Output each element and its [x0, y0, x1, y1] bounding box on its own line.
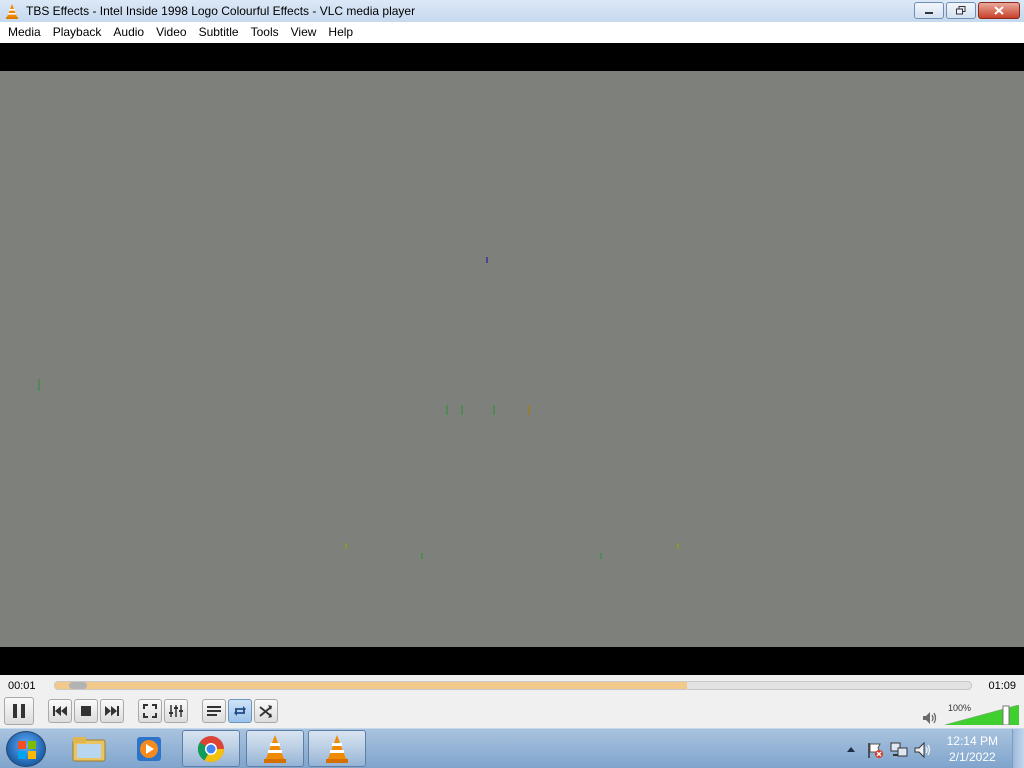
playback-controls: 00:01 01:09 100% — [0, 675, 1024, 728]
minimize-button[interactable] — [914, 2, 944, 19]
show-desktop-button[interactable] — [1012, 729, 1024, 768]
video-artifact — [461, 405, 463, 415]
fullscreen-button[interactable] — [138, 699, 162, 723]
close-icon — [994, 6, 1004, 15]
video-artifact — [421, 553, 423, 559]
volume-tray-icon[interactable] — [914, 741, 932, 759]
elapsed-time: 00:01 — [8, 680, 36, 692]
window-title: TBS Effects - Intel Inside 1998 Logo Col… — [26, 4, 416, 18]
vlc-cone-icon — [6, 4, 18, 19]
show-hidden-icons-icon[interactable] — [846, 745, 856, 753]
next-button[interactable] — [100, 699, 124, 723]
fullscreen-icon — [143, 704, 157, 718]
pause-icon — [13, 704, 25, 718]
volume-handle[interactable] — [1002, 705, 1010, 725]
folder-icon — [72, 736, 106, 761]
media-player-icon — [137, 736, 161, 761]
equalizer-icon — [169, 705, 183, 717]
video-artifact — [38, 379, 40, 391]
shuffle-icon — [259, 705, 272, 718]
restore-button[interactable] — [946, 2, 976, 19]
video-artifact — [600, 553, 602, 559]
playlist-button[interactable] — [202, 699, 226, 723]
menu-audio[interactable]: Audio — [107, 22, 150, 43]
video-letterbox-bottom — [0, 647, 1024, 675]
minimize-icon — [925, 11, 933, 14]
taskbar-chrome[interactable] — [182, 730, 240, 767]
extended-settings-button[interactable] — [164, 699, 188, 723]
seek-slider[interactable] — [54, 681, 972, 690]
menu-media[interactable]: Media — [2, 22, 47, 43]
video-letterbox-top — [0, 43, 1024, 71]
taskbar: 12:14 PM 2/1/2022 — [0, 728, 1024, 768]
speaker-icon[interactable] — [922, 711, 938, 725]
previous-icon — [53, 706, 67, 716]
vlc-cone-icon — [264, 734, 286, 763]
loop-button[interactable] — [228, 699, 252, 723]
windows-logo-icon — [18, 741, 36, 759]
close-button[interactable] — [978, 2, 1020, 19]
video-frame[interactable] — [0, 71, 1024, 667]
taskbar-explorer[interactable] — [60, 730, 118, 767]
menu-subtitle[interactable]: Subtitle — [193, 22, 245, 43]
stop-button[interactable] — [74, 699, 98, 723]
menu-tools[interactable]: Tools — [245, 22, 285, 43]
seek-buffer-fill — [55, 682, 687, 689]
taskbar-media-player[interactable] — [120, 730, 178, 767]
video-artifact — [345, 543, 347, 549]
menu-playback[interactable]: Playback — [47, 22, 108, 43]
video-artifact — [493, 405, 495, 415]
clock-time: 12:14 PM — [946, 734, 998, 748]
previous-button[interactable] — [48, 699, 72, 723]
video-artifact — [677, 543, 679, 549]
seek-handle[interactable] — [69, 682, 87, 689]
pause-button[interactable] — [4, 697, 34, 725]
menu-bar: Media Playback Audio Video Subtitle Tool… — [0, 22, 1024, 43]
menu-view[interactable]: View — [285, 22, 323, 43]
video-artifact — [528, 405, 530, 415]
title-bar: TBS Effects - Intel Inside 1998 Logo Col… — [0, 0, 1024, 22]
video-artifact — [446, 405, 448, 415]
next-icon — [105, 706, 119, 716]
start-button[interactable] — [6, 731, 46, 767]
shuffle-button[interactable] — [254, 699, 278, 723]
menu-video[interactable]: Video — [150, 22, 192, 43]
network-icon[interactable] — [890, 741, 908, 759]
clock-date: 2/1/2022 — [948, 750, 996, 764]
restore-icon — [956, 6, 966, 15]
stop-icon — [81, 706, 91, 716]
chrome-icon — [197, 735, 225, 762]
total-time: 01:09 — [988, 680, 1016, 692]
taskbar-vlc-2[interactable] — [308, 730, 366, 767]
volume-slider[interactable] — [945, 705, 1019, 725]
action-center-flag-icon[interactable] — [866, 741, 884, 759]
system-clock[interactable]: 12:14 PM 2/1/2022 — [947, 733, 998, 765]
taskbar-vlc-1[interactable] — [246, 730, 304, 767]
menu-help[interactable]: Help — [322, 22, 359, 43]
video-artifact — [486, 257, 488, 263]
loop-icon — [234, 706, 246, 716]
playlist-icon — [207, 706, 221, 716]
vlc-cone-icon — [326, 734, 348, 763]
